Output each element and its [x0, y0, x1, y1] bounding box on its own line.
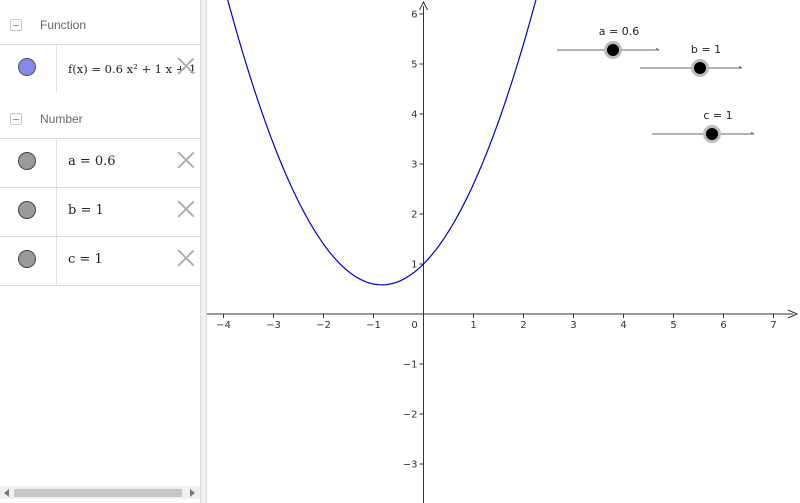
algebra-row-b[interactable]: b = 1 [0, 187, 200, 236]
row-separator [0, 285, 200, 286]
y-tick-label: −1 [403, 360, 418, 371]
x-tick-label: 5 [670, 320, 676, 331]
slider-label: c = 1 [703, 109, 732, 122]
function-graph-f[interactable] [225, 0, 540, 286]
coordinate-axes [207, 0, 799, 503]
x-tick-label: 0 [411, 320, 417, 331]
collapse-function-button[interactable] [10, 19, 22, 31]
y-tick-label: 4 [411, 110, 417, 121]
group-header-number[interactable]: Number [0, 96, 200, 140]
y-tick-label: 5 [411, 60, 417, 71]
number-b-definition[interactable]: b = 1 [68, 203, 104, 218]
y-tick-label: 6 [411, 10, 417, 21]
marble-cell [0, 188, 57, 236]
sliders: a = 0.6 b = 1 c = 1 [557, 25, 755, 143]
marble-cell [0, 237, 57, 285]
delete-c-button[interactable] [176, 248, 196, 268]
x-tick-label: 7 [770, 320, 776, 331]
marble-cell [0, 45, 57, 93]
visibility-toggle-f[interactable] [18, 58, 36, 76]
number-a-definition[interactable]: a = 0.6 [68, 154, 116, 169]
x-tick-label: −3 [266, 320, 281, 331]
slider-knob[interactable] [706, 128, 718, 140]
slider-label: b = 1 [691, 43, 721, 56]
algebra-row-a[interactable]: a = 0.6 [0, 138, 200, 187]
slider-knob[interactable] [607, 44, 619, 56]
y-axis-ticks: 6 5 4 3 2 1 −1 −2 −3 [403, 10, 424, 471]
delete-a-button[interactable] [176, 150, 196, 170]
scrollbar-thumb[interactable] [14, 489, 182, 497]
graphics-view[interactable]: −4 −3 −2 −1 0 1 2 3 4 5 6 7 6 5 4 3 2 1 −1 −2 −3 a = 0.6 b =… [207, 0, 800, 503]
y-tick-label: 1 [411, 260, 417, 271]
delete-b-button[interactable] [176, 199, 196, 219]
slider-label: a = 0.6 [599, 25, 639, 38]
y-tick-label: −2 [403, 410, 418, 421]
view-divider[interactable] [200, 0, 207, 503]
algebra-row-c[interactable]: c = 1 [0, 236, 200, 285]
group-title-function: Function [40, 18, 87, 32]
delete-f-button[interactable] [176, 56, 196, 76]
horizontal-scrollbar[interactable] [0, 486, 200, 499]
collapse-number-button[interactable] [10, 113, 22, 125]
x-tick-label: 4 [620, 320, 626, 331]
number-c-definition[interactable]: c = 1 [68, 252, 103, 267]
x-tick-label: 3 [570, 320, 576, 331]
scroll-left-icon[interactable] [4, 489, 9, 497]
marble-cell [0, 139, 57, 187]
slider-knob[interactable] [694, 62, 706, 74]
x-tick-label: −4 [216, 320, 231, 331]
group-title-number: Number [40, 112, 83, 126]
y-tick-label: 2 [411, 210, 417, 221]
x-tick-label: 6 [720, 320, 726, 331]
algebra-row-function[interactable]: f(x) = 0.6 x² + 1 x + 1 [0, 44, 200, 93]
x-tick-label: 2 [520, 320, 526, 331]
visibility-toggle-b[interactable] [18, 201, 36, 219]
y-tick-label: 3 [411, 160, 417, 171]
visibility-toggle-a[interactable] [18, 152, 36, 170]
x-tick-label: −2 [316, 320, 331, 331]
visibility-toggle-c[interactable] [18, 250, 36, 268]
scroll-right-icon[interactable] [190, 489, 195, 497]
y-tick-label: −3 [403, 460, 418, 471]
x-tick-label: 1 [470, 320, 476, 331]
x-tick-label: −1 [366, 320, 381, 331]
x-axis-ticks: −4 −3 −2 −1 0 1 2 3 4 5 6 7 [216, 314, 777, 331]
group-header-function[interactable]: Function [0, 2, 200, 46]
algebra-view: Function f(x) = 0.6 x² + 1 x + 1 Number … [0, 0, 200, 503]
